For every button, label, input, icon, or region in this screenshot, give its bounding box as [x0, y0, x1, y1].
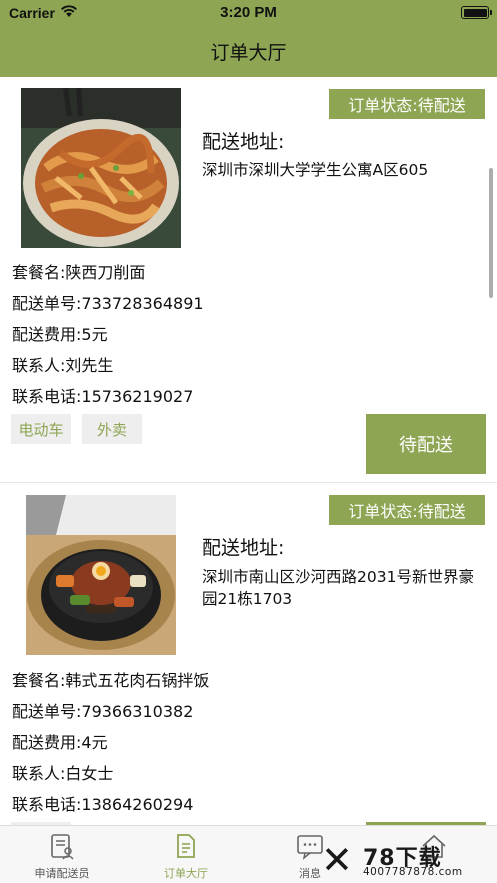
order-document-icon — [177, 834, 195, 858]
contact-name: 联系人:刘先生 — [12, 356, 114, 375]
status-time: 3:20 PM — [220, 4, 277, 21]
watermark-logo-icon: ✕ — [321, 838, 353, 882]
contact-name: 联系人:白女士 — [12, 764, 114, 783]
address-label: 配送地址: — [202, 131, 285, 153]
delivery-fee: 配送费用:4元 — [12, 733, 108, 752]
order-number: 配送单号:79366310382 — [12, 702, 194, 721]
order-card[interactable]: 订单状态:待配送 配送地址: 深圳市南山区沙河西路2031号新世界豪园21栋17… — [0, 485, 497, 825]
tag-takeout: 外卖 — [82, 414, 142, 444]
top-bar: Carrier 3:20 PM 订单大厅 — [0, 0, 497, 77]
order-status-badge: 订单状态:待配送 — [329, 89, 485, 119]
tab-label: 订单大厅 — [164, 867, 208, 880]
order-card[interactable]: 订单状态:待配送 配送地址: 深圳市深圳大学学生公寓A区605 套餐名:陕西刀削… — [0, 77, 497, 483]
order-list[interactable]: 订单状态:待配送 配送地址: 深圳市深圳大学学生公寓A区605 套餐名:陕西刀削… — [0, 77, 497, 825]
pending-delivery-button[interactable]: 待配送 — [366, 414, 486, 474]
tab-order-hall[interactable]: 订单大厅 — [124, 826, 248, 883]
bibimbap-dish-photo — [26, 495, 176, 655]
watermark-url: 4007787878.com — [363, 866, 463, 878]
delivery-fee: 配送费用:5元 — [12, 325, 108, 344]
contact-phone: 联系电话:15736219027 — [12, 387, 194, 406]
package-name: 套餐名:陕西刀削面 — [12, 263, 146, 282]
tag-ebike: 电动车 — [11, 414, 71, 444]
package-name: 套餐名:韩式五花肉石锅拌饭 — [12, 671, 210, 690]
status-bar: Carrier 3:20 PM — [0, 0, 497, 26]
tab-apply-courier[interactable]: 申请配送员 — [0, 826, 124, 883]
message-icon — [297, 835, 323, 860]
order-status-badge: 订单状态:待配送 — [329, 495, 485, 525]
tab-label: 申请配送员 — [34, 867, 90, 880]
page-title: 订单大厅 — [210, 42, 287, 64]
apply-form-icon — [51, 834, 74, 860]
watermark: ✕ 78下载 4007787878.com — [321, 838, 489, 882]
address-label: 配送地址: — [202, 537, 285, 559]
address-value: 深圳市深圳大学学生公寓A区605 — [202, 161, 429, 179]
scrollbar[interactable] — [489, 168, 493, 298]
battery-icon — [461, 6, 492, 19]
noodle-dish-photo — [21, 88, 181, 248]
contact-phone: 联系电话:13864260294 — [12, 795, 194, 814]
order-number: 配送单号:733728364891 — [12, 294, 204, 313]
address-value: 深圳市南山区沙河西路2031号新世界豪园21栋1703 — [202, 568, 474, 608]
